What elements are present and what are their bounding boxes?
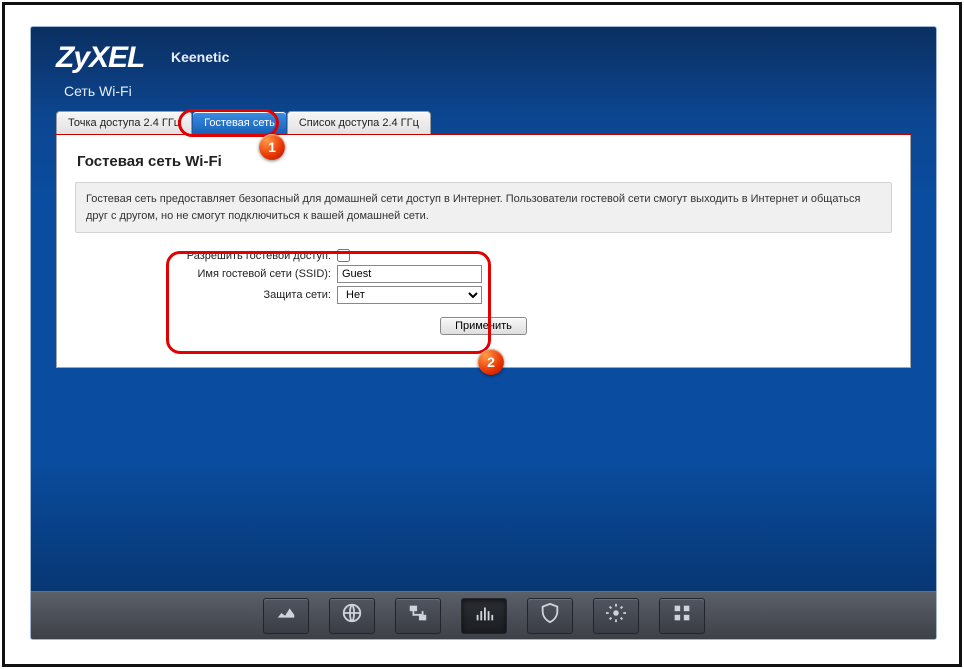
dock-bar <box>31 591 936 639</box>
brand-logo: ZyXEL <box>56 41 144 75</box>
panel-description: Гостевая сеть предоставляет безопасный д… <box>75 182 892 233</box>
dock-lan[interactable] <box>395 598 441 634</box>
tab-bar: Точка доступа 2.4 ГГц Гостевая сеть Спис… <box>56 111 911 136</box>
button-apply[interactable]: Применить <box>440 317 527 335</box>
row-ssid: Имя гостевой сети (SSID): <box>57 265 910 283</box>
shield-icon <box>539 602 561 629</box>
row-security: Защита сети: Нет <box>57 286 910 304</box>
tab-access-point[interactable]: Точка доступа 2.4 ГГц <box>56 111 192 134</box>
tab-access-list[interactable]: Список доступа 2.4 ГГц <box>287 111 431 134</box>
apps-icon <box>671 602 693 629</box>
row-allow: Разрешить гостевой доступ: <box>57 249 910 262</box>
guest-form: Разрешить гостевой доступ: Имя гостевой … <box>57 249 910 349</box>
panel-title: Гостевая сеть Wi-Fi <box>57 135 910 182</box>
dock-wifi[interactable] <box>461 598 507 634</box>
label-security: Защита сети: <box>57 289 337 301</box>
row-submit: Применить <box>57 307 910 349</box>
tab-guest-network[interactable]: Гостевая сеть <box>192 111 287 134</box>
gear-icon <box>605 602 627 629</box>
dock-apps[interactable] <box>659 598 705 634</box>
dock-settings[interactable] <box>593 598 639 634</box>
input-ssid[interactable] <box>337 265 482 283</box>
router-admin-viewport: ZyXEL Keenetic Сеть Wi-Fi Точка доступа … <box>30 26 937 640</box>
select-security[interactable]: Нет <box>337 286 482 304</box>
label-allow: Разрешить гостевой доступ: <box>57 250 337 262</box>
network-icon <box>407 602 429 629</box>
checkbox-allow-guest[interactable] <box>337 249 350 262</box>
dock-security[interactable] <box>527 598 573 634</box>
dock-internet[interactable] <box>329 598 375 634</box>
globe-icon <box>341 602 363 629</box>
screenshot-frame: ZyXEL Keenetic Сеть Wi-Fi Точка доступа … <box>2 2 962 667</box>
label-ssid: Имя гостевой сети (SSID): <box>57 268 337 280</box>
wifi-icon <box>473 602 495 629</box>
section-title: Сеть Wi-Fi <box>64 83 132 99</box>
model-name: Keenetic <box>171 49 229 65</box>
chart-icon <box>275 602 297 629</box>
content-panel: Гостевая сеть Wi-Fi Гостевая сеть предос… <box>56 135 911 368</box>
dock-monitor[interactable] <box>263 598 309 634</box>
